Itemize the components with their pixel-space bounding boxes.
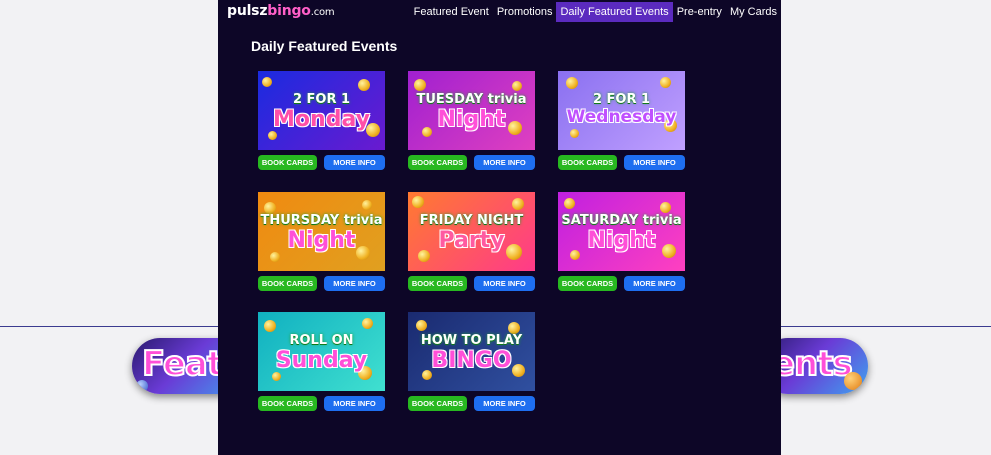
nav-my-cards[interactable]: My Cards xyxy=(726,2,781,22)
event-actions: BOOK CARDS MORE INFO xyxy=(558,276,685,291)
gold-coin-icon xyxy=(512,81,522,91)
gold-coin-icon xyxy=(660,77,671,88)
event-actions: BOOK CARDS MORE INFO xyxy=(408,396,535,411)
daily-events-panel: pulszbingo.com Featured Event Promotions… xyxy=(218,0,781,455)
more-info-button[interactable]: MORE INFO xyxy=(474,276,535,291)
event-thumbnail[interactable]: TUESDAY trivia Night xyxy=(408,71,535,150)
event-title-line2: Monday xyxy=(273,107,370,132)
more-info-button[interactable]: MORE INFO xyxy=(324,396,385,411)
event-title-line1: 2 FOR 1 xyxy=(592,92,651,107)
gold-coin-icon xyxy=(416,320,427,331)
event-card: THURSDAY trivia Night BOOK CARDS MORE INFO xyxy=(258,192,385,291)
event-actions: BOOK CARDS MORE INFO xyxy=(258,276,385,291)
event-thumbnail[interactable]: 2 FOR 1 Wednesday xyxy=(558,71,685,150)
nav-pre-entry[interactable]: Pre-entry xyxy=(673,2,726,22)
event-title-line1: HOW TO PLAY xyxy=(420,333,523,348)
gold-coin-icon xyxy=(412,196,424,208)
event-thumbnail[interactable]: FRIDAY NIGHT Party xyxy=(408,192,535,271)
event-title-line2: Night xyxy=(587,228,656,253)
event-title-line2: Party xyxy=(438,228,505,253)
event-title-line1: 2 FOR 1 xyxy=(292,92,351,107)
book-cards-button[interactable]: BOOK CARDS xyxy=(408,396,467,411)
gold-coin-icon xyxy=(268,131,277,140)
event-card: FRIDAY NIGHT Party BOOK CARDS MORE INFO xyxy=(408,192,535,291)
gold-coin-icon xyxy=(272,372,281,381)
bingo-ball-icon xyxy=(844,372,862,390)
logo-main: pulsz xyxy=(227,3,268,19)
gold-coin-icon xyxy=(362,318,373,329)
book-cards-button[interactable]: BOOK CARDS xyxy=(258,276,317,291)
event-card: ROLL ON Sunday BOOK CARDS MORE INFO xyxy=(258,312,385,411)
more-info-button[interactable]: MORE INFO xyxy=(324,155,385,170)
gold-coin-icon xyxy=(566,77,578,89)
event-card: HOW TO PLAY BINGO BOOK CARDS MORE INFO xyxy=(408,312,535,411)
event-thumbnail[interactable]: ROLL ON Sunday xyxy=(258,312,385,391)
event-actions: BOOK CARDS MORE INFO xyxy=(558,155,685,170)
book-cards-button[interactable]: BOOK CARDS xyxy=(408,155,467,170)
book-cards-button[interactable]: BOOK CARDS xyxy=(558,155,617,170)
event-thumbnail[interactable]: SATURDAY trivia Night xyxy=(558,192,685,271)
gold-coin-icon xyxy=(270,252,280,262)
event-card: TUESDAY trivia Night BOOK CARDS MORE INFO xyxy=(408,71,535,170)
gold-coin-icon xyxy=(570,129,579,138)
event-title-line2: Wednesday xyxy=(566,107,677,127)
background-banner-text: ents xyxy=(771,343,854,385)
page-title: Daily Featured Events xyxy=(251,38,398,54)
event-title-line2: BINGO xyxy=(431,348,512,373)
more-info-button[interactable]: MORE INFO xyxy=(474,155,535,170)
event-title-line1: FRIDAY NIGHT xyxy=(419,213,524,228)
nav-featured-event[interactable]: Featured Event xyxy=(410,2,493,22)
nav-daily-featured-events[interactable]: Daily Featured Events xyxy=(556,2,673,22)
event-actions: BOOK CARDS MORE INFO xyxy=(408,276,535,291)
gold-coin-icon xyxy=(414,79,426,91)
event-card: 2 FOR 1 Monday BOOK CARDS MORE INFO xyxy=(258,71,385,170)
gold-coin-icon xyxy=(564,198,575,209)
event-card: SATURDAY trivia Night BOOK CARDS MORE INFO xyxy=(558,192,685,291)
top-navigation-bar: pulszbingo.com Featured Event Promotions… xyxy=(218,0,781,24)
gold-coin-icon xyxy=(358,79,370,91)
bingo-ball-icon xyxy=(136,380,148,392)
main-nav: Featured Event Promotions Daily Featured… xyxy=(410,2,781,22)
event-actions: BOOK CARDS MORE INFO xyxy=(408,155,535,170)
event-thumbnail[interactable]: HOW TO PLAY BINGO xyxy=(408,312,535,391)
event-card: 2 FOR 1 Wednesday BOOK CARDS MORE INFO xyxy=(558,71,685,170)
gold-coin-icon xyxy=(512,198,524,210)
book-cards-button[interactable]: BOOK CARDS xyxy=(558,276,617,291)
event-title-line1: SATURDAY trivia xyxy=(561,213,682,228)
event-title-line1: ROLL ON xyxy=(289,333,354,348)
event-title-line1: TUESDAY trivia xyxy=(416,92,527,107)
event-thumbnail[interactable]: THURSDAY trivia Night xyxy=(258,192,385,271)
event-title-line2: Sunday xyxy=(275,348,368,373)
book-cards-button[interactable]: BOOK CARDS xyxy=(258,396,317,411)
more-info-button[interactable]: MORE INFO xyxy=(324,276,385,291)
event-thumbnail[interactable]: 2 FOR 1 Monday xyxy=(258,71,385,150)
more-info-button[interactable]: MORE INFO xyxy=(624,276,685,291)
logo-domain: .com xyxy=(310,7,335,18)
logo-accent: bingo xyxy=(267,3,311,19)
gold-coin-icon xyxy=(262,77,272,87)
gold-coin-icon xyxy=(362,200,372,210)
event-title-line1: THURSDAY trivia xyxy=(260,213,383,228)
nav-promotions[interactable]: Promotions xyxy=(493,2,557,22)
book-cards-button[interactable]: BOOK CARDS xyxy=(408,276,467,291)
event-title-line2: Night xyxy=(437,107,506,132)
gold-coin-icon xyxy=(660,202,671,213)
book-cards-button[interactable]: BOOK CARDS xyxy=(258,155,317,170)
more-info-button[interactable]: MORE INFO xyxy=(474,396,535,411)
event-actions: BOOK CARDS MORE INFO xyxy=(258,396,385,411)
more-info-button[interactable]: MORE INFO xyxy=(624,155,685,170)
event-actions: BOOK CARDS MORE INFO xyxy=(258,155,385,170)
pulszbingo-logo[interactable]: pulszbingo.com xyxy=(227,3,335,19)
gold-coin-icon xyxy=(264,320,276,332)
event-title-line2: Night xyxy=(287,228,356,253)
